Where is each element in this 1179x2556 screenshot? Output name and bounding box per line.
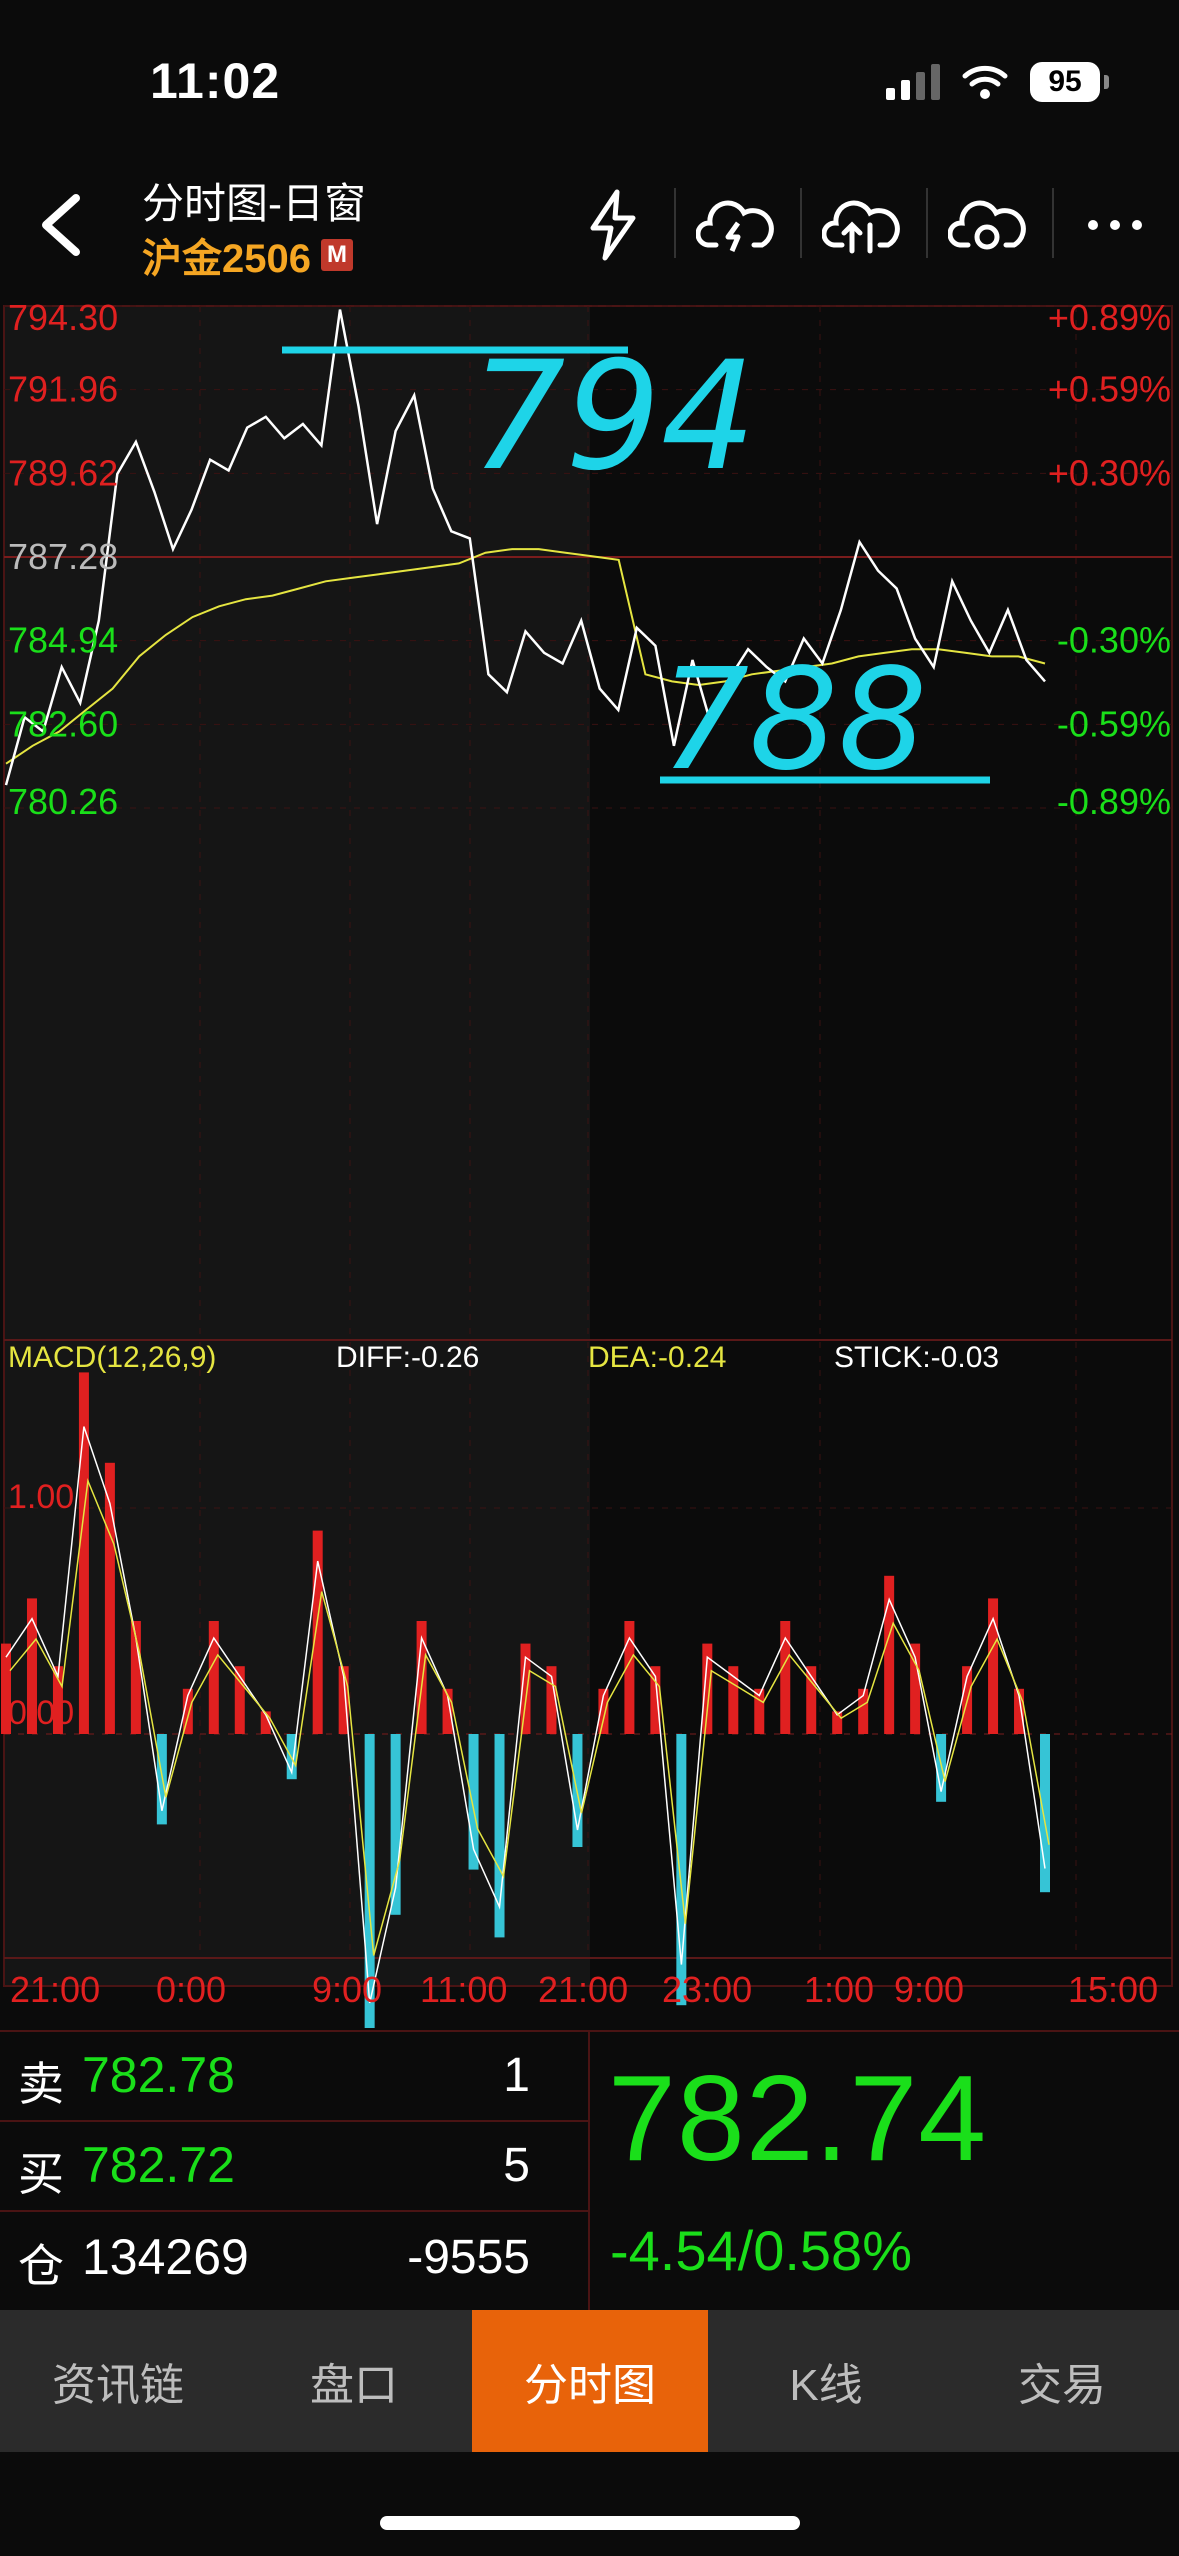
time-tick-label: 9:00 <box>894 1969 964 2010</box>
percent-tick-label: -0.59% <box>1057 703 1171 744</box>
buy-label: 买 <box>18 2148 64 2200</box>
macd-stick-label: STICK:-0.03 <box>834 1341 999 1374</box>
time-tick-label: 1:00 <box>804 1969 874 2010</box>
macd-tick-0: 0.00 <box>8 1694 74 1732</box>
status-time: 11:02 <box>150 53 281 109</box>
buy-row[interactable]: 买 782.72 5 <box>0 2122 588 2212</box>
more-button[interactable] <box>1070 180 1160 270</box>
header-divider <box>1052 188 1054 258</box>
annotation-label: 794 <box>470 330 756 504</box>
battery-tip <box>1104 75 1109 89</box>
tab-kline[interactable]: K线 <box>708 2310 944 2452</box>
cloud-sync-icon <box>948 200 1026 250</box>
bottom-tab-bar: 资讯链 盘口 分时图 K线 交易 <box>0 2310 1179 2452</box>
percent-tick-label: -0.30% <box>1057 620 1171 661</box>
cloud-flash-button[interactable] <box>690 180 780 270</box>
status-indicators: 95 <box>886 62 1109 102</box>
cloud-lightning-icon <box>696 200 774 252</box>
price-change: -4.54/0.58% <box>610 2219 912 2282</box>
price-tick-label: 784.94 <box>8 620 118 661</box>
percent-tick-label: +0.89% <box>1048 297 1171 338</box>
percent-tick-label: -0.89% <box>1057 781 1171 822</box>
quote-divider <box>588 2030 590 2310</box>
price-tick-label: 791.96 <box>8 369 118 410</box>
chevron-left-icon <box>42 194 80 256</box>
annotation-label: 788 <box>660 639 927 802</box>
tab-intraday[interactable]: 分时图 <box>472 2310 708 2452</box>
chart-area[interactable]: 794.30 +0.89% 791.96 +0.59% 789.62 +0.30% 787.… <box>0 288 1179 2028</box>
macd-dea-label: DEA:-0.24 <box>588 1341 726 1374</box>
more-dots-icon <box>1088 220 1142 230</box>
wifi-icon <box>962 65 1008 99</box>
cellular-signal-icon <box>886 64 940 100</box>
sell-qty: 1 <box>503 2049 530 2102</box>
lightning-icon <box>590 189 636 261</box>
percent-tick-label: +0.59% <box>1048 369 1171 410</box>
time-tick-label: 11:00 <box>420 1969 507 2010</box>
symbol-label: 沪金2506 M <box>142 226 353 284</box>
battery-indicator: 95 <box>1030 62 1100 102</box>
back-button[interactable] <box>28 190 98 260</box>
price-tick-label: 794.30 <box>8 297 118 338</box>
oi-change: -9555 <box>407 2231 530 2284</box>
home-indicator[interactable] <box>380 2516 800 2530</box>
time-tick-label: 21:00 <box>538 1969 628 2010</box>
macd-diff-label: DIFF:-0.26 <box>336 1341 479 1374</box>
market-badge: M <box>320 239 353 271</box>
sell-label: 卖 <box>18 2058 64 2110</box>
sell-price: 782.78 <box>82 2047 235 2103</box>
time-tick-label: 15:00 <box>1068 1969 1158 2010</box>
cloud-upload-icon <box>822 200 900 254</box>
percent-tick-label: +0.30% <box>1048 452 1171 493</box>
flash-button[interactable] <box>568 180 658 270</box>
page-title: 分时图-日窗 <box>142 180 366 227</box>
cloud-sync-button[interactable] <box>942 180 1032 270</box>
price-tick-label: 782.60 <box>8 703 118 744</box>
buy-price: 782.72 <box>82 2137 235 2193</box>
price-tick-label: 787.28 <box>8 536 118 577</box>
header-divider <box>800 188 802 258</box>
buy-qty: 5 <box>503 2139 530 2192</box>
time-tick-label: 21:00 <box>10 1969 100 2010</box>
time-tick-label: 23:00 <box>662 1969 752 2010</box>
header-bar: 分时图-日窗 沪金2506 M <box>0 160 1179 281</box>
tab-trade[interactable]: 交易 <box>944 2310 1179 2452</box>
oi-value: 134269 <box>82 2229 249 2285</box>
tab-orderbook[interactable]: 盘口 <box>236 2310 472 2452</box>
header-divider <box>926 188 928 258</box>
tab-news[interactable]: 资讯链 <box>0 2310 236 2452</box>
oi-label: 仓 <box>18 2240 64 2292</box>
last-price: 782.74 <box>608 2050 988 2186</box>
header-divider <box>674 188 676 258</box>
cloud-upload-button[interactable] <box>816 180 906 270</box>
sell-row[interactable]: 卖 782.78 1 <box>0 2032 588 2122</box>
macd-tick-1: 1.00 <box>8 1478 74 1516</box>
time-tick-label: 0:00 <box>156 1969 226 2010</box>
price-tick-label: 780.26 <box>8 781 118 822</box>
macd-title: MACD(12,26,9) <box>8 1341 216 1374</box>
time-axis-labels: 21:00 0:00 9:00 11:00 21:00 23:00 1:00 9:00 15:0… <box>10 1969 1158 2010</box>
symbol-name: 沪金2506 <box>142 237 311 281</box>
time-tick-label: 9:00 <box>312 1969 382 2010</box>
open-interest-row: 仓 134269 -9555 <box>0 2212 588 2300</box>
price-tick-label: 789.62 <box>8 452 118 493</box>
